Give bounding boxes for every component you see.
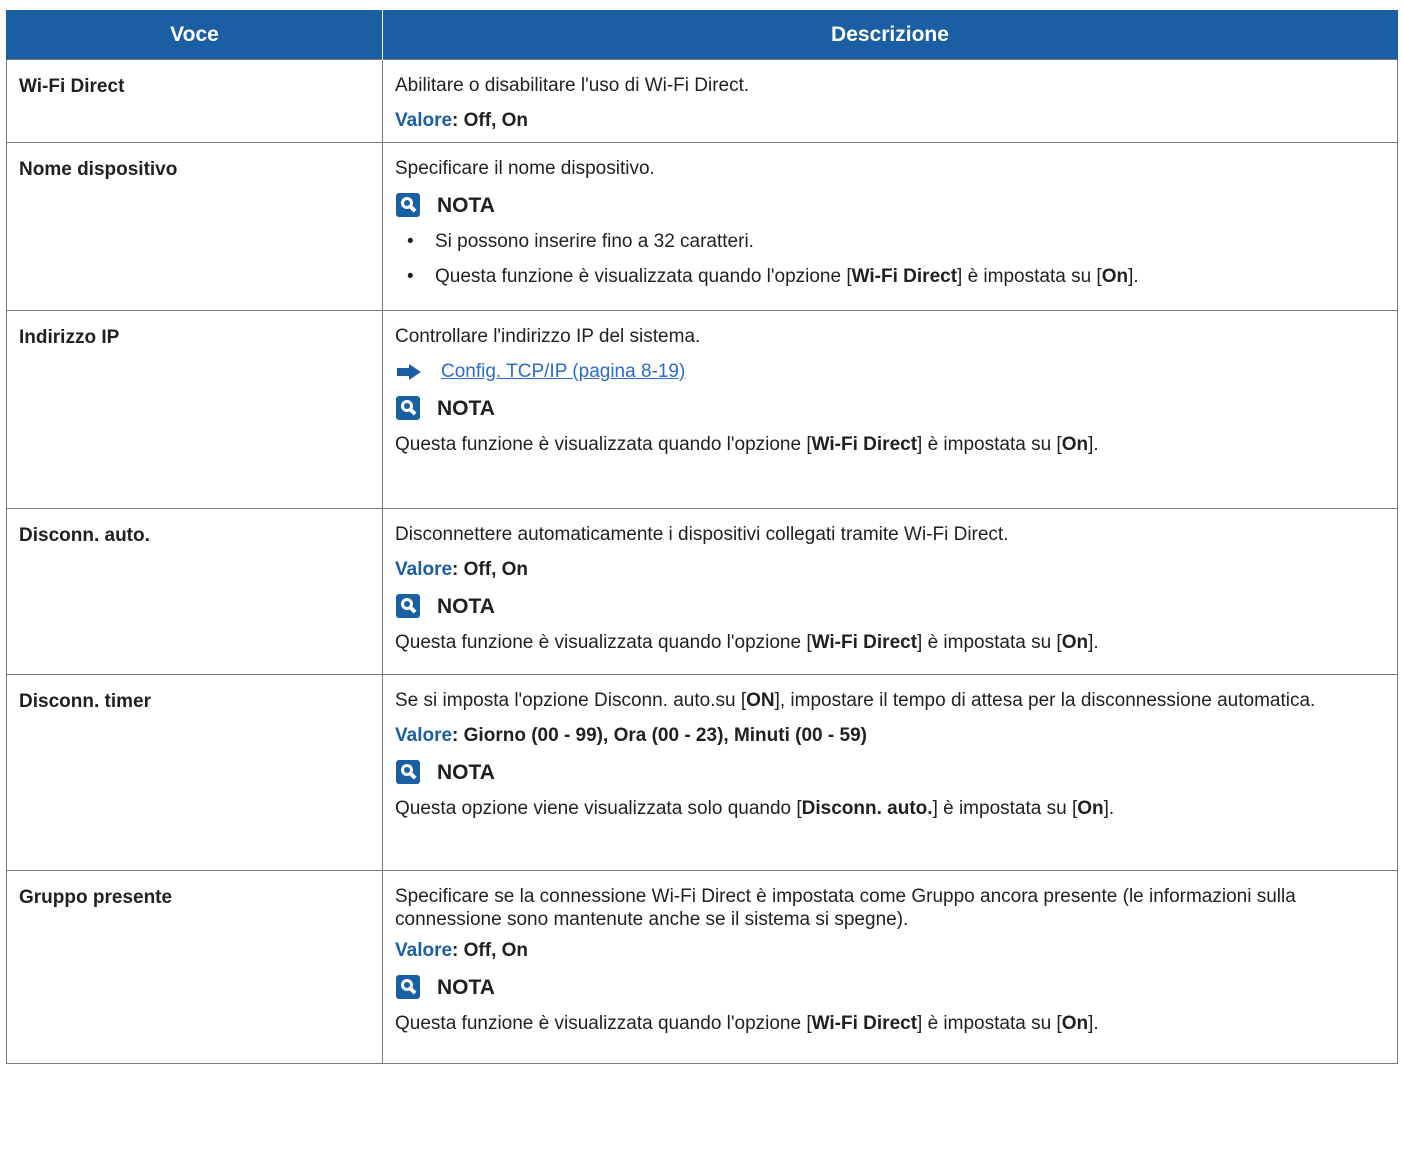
value-label: Valore: [395, 725, 453, 746]
value-line: Valore: Off, On: [395, 109, 1377, 132]
note-heading: NOTA: [395, 192, 1377, 218]
note-bullet-item: Questa funzione è visualizzata quando l'…: [395, 265, 1377, 288]
note-heading: NOTA: [395, 759, 1377, 785]
item-name: Wi-Fi Direct: [6, 59, 383, 143]
settings-table: Voce Descrizione Wi-Fi Direct Abilitare …: [6, 10, 1398, 1064]
table-row: Disconn. auto. Disconnettere automaticam…: [6, 508, 1398, 675]
note-lightbulb-icon: [396, 594, 420, 618]
item-description-cell: Controllare l'indirizzo IP del sistema. …: [382, 310, 1398, 509]
note-text: Questa funzione è visualizzata quando l'…: [395, 434, 1099, 455]
value-label: Valore: [395, 110, 453, 131]
description-text: Specificare il nome dispositivo.: [395, 158, 655, 179]
item-description-cell: Disconnettere automaticamente i disposit…: [382, 508, 1398, 675]
table-row: Gruppo presente Specificare se la connes…: [6, 870, 1398, 1064]
value-line: Valore: Off, On: [395, 558, 1377, 581]
item-description-cell: Se si imposta l'opzione Disconn. auto.su…: [382, 674, 1398, 871]
note-text: Questa opzione viene visualizzata solo q…: [395, 798, 1115, 819]
item-description-cell: Abilitare o disabilitare l'uso di Wi-Fi …: [382, 59, 1398, 143]
value-label: Valore: [395, 559, 453, 580]
note-title: NOTA: [437, 594, 495, 618]
value-options: : Off, On: [452, 559, 529, 580]
value-line: Valore: Giorno (00 - 99), Ora (00 - 23),…: [395, 724, 1377, 747]
note-text: Questa funzione è visualizzata quando l'…: [395, 632, 1099, 653]
arrow-right-icon: [397, 363, 421, 380]
item-name: Disconn. timer: [6, 674, 383, 871]
table-header-row: Voce Descrizione: [6, 10, 1398, 60]
cross-reference: Config. TCP/IP (pagina 8-19): [395, 360, 1377, 383]
note-text: Questa funzione è visualizzata quando l'…: [395, 1013, 1099, 1034]
item-name: Indirizzo IP: [6, 310, 383, 509]
note-title: NOTA: [437, 193, 495, 217]
value-options: : Off, On: [452, 940, 529, 961]
note-title: NOTA: [437, 760, 495, 784]
value-line: Valore: Off, On: [395, 939, 1377, 962]
note-lightbulb-icon: [396, 975, 420, 999]
note-title: NOTA: [437, 975, 495, 999]
note-title: NOTA: [437, 396, 495, 420]
table-row: Disconn. timer Se si imposta l'opzione D…: [6, 674, 1398, 871]
value-label: Valore: [395, 940, 453, 961]
note-lightbulb-icon: [396, 193, 420, 217]
tcp-ip-config-link[interactable]: Config. TCP/IP (pagina 8-19): [441, 360, 685, 383]
item-name: Disconn. auto.: [6, 508, 383, 675]
item-name: Gruppo presente: [6, 870, 383, 1064]
table-row: Nome dispositivo Specificare il nome dis…: [6, 142, 1398, 311]
column-header-descrizione: Descrizione: [382, 10, 1398, 60]
table-row: Wi-Fi Direct Abilitare o disabilitare l'…: [6, 59, 1398, 143]
item-name: Nome dispositivo: [6, 142, 383, 311]
note-lightbulb-icon: [396, 396, 420, 420]
description-text: Disconnettere automaticamente i disposit…: [395, 524, 1009, 545]
note-bullet-list: Si possono inserire fino a 32 caratteri.…: [395, 230, 1377, 288]
note-lightbulb-icon: [396, 760, 420, 784]
note-bullet-item: Si possono inserire fino a 32 caratteri.: [395, 230, 1377, 253]
description-text: Se si imposta l'opzione Disconn. auto.su…: [395, 690, 1316, 711]
item-description-cell: Specificare se la connessione Wi-Fi Dire…: [382, 870, 1398, 1064]
value-options: : Giorno (00 - 99), Ora (00 - 23), Minut…: [452, 725, 867, 746]
note-heading: NOTA: [395, 974, 1377, 1000]
description-text: Specificare se la connessione Wi-Fi Dire…: [395, 886, 1296, 930]
item-description-cell: Specificare il nome dispositivo. NOTA Si…: [382, 142, 1398, 311]
value-options: : Off, On: [452, 110, 529, 131]
column-header-voce: Voce: [6, 10, 383, 60]
table-row: Indirizzo IP Controllare l'indirizzo IP …: [6, 310, 1398, 509]
note-heading: NOTA: [395, 395, 1377, 421]
description-text: Abilitare o disabilitare l'uso di Wi-Fi …: [395, 75, 750, 96]
description-text: Controllare l'indirizzo IP del sistema.: [395, 326, 701, 347]
note-heading: NOTA: [395, 593, 1377, 619]
